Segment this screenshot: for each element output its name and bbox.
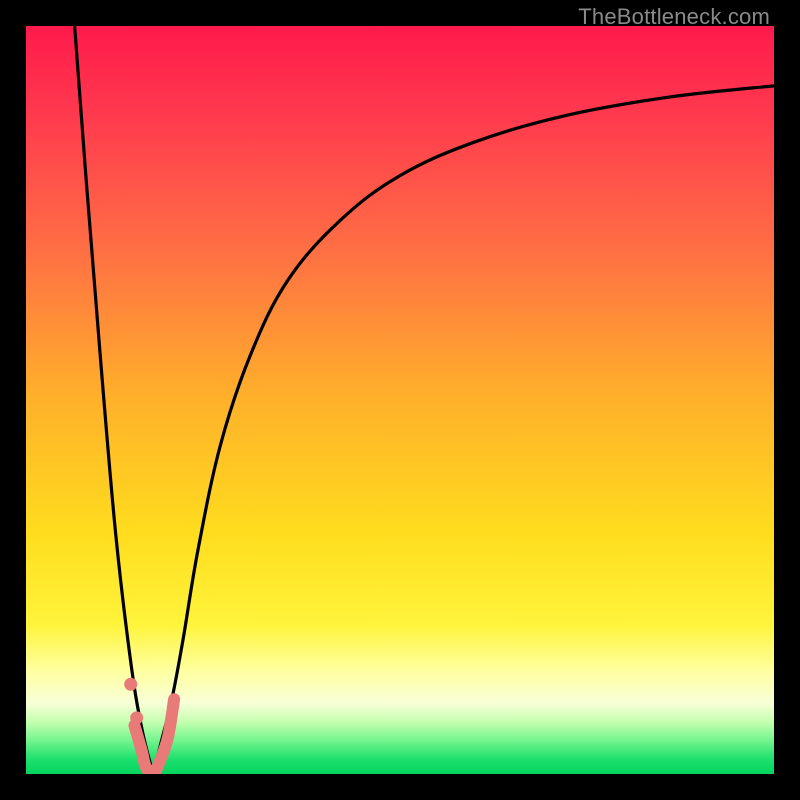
chart-frame: TheBottleneck.com: [0, 0, 800, 800]
curve-right-branch: [153, 86, 774, 774]
accent-dots: [124, 678, 143, 725]
curve-left-branch: [75, 26, 154, 774]
chart-svg: [26, 26, 774, 774]
accent-dot: [130, 711, 143, 724]
attribution-text: TheBottleneck.com: [578, 4, 770, 30]
chart-plot-area: [26, 26, 774, 774]
curve-valley-accent: [134, 699, 174, 774]
accent-dot: [124, 678, 137, 691]
